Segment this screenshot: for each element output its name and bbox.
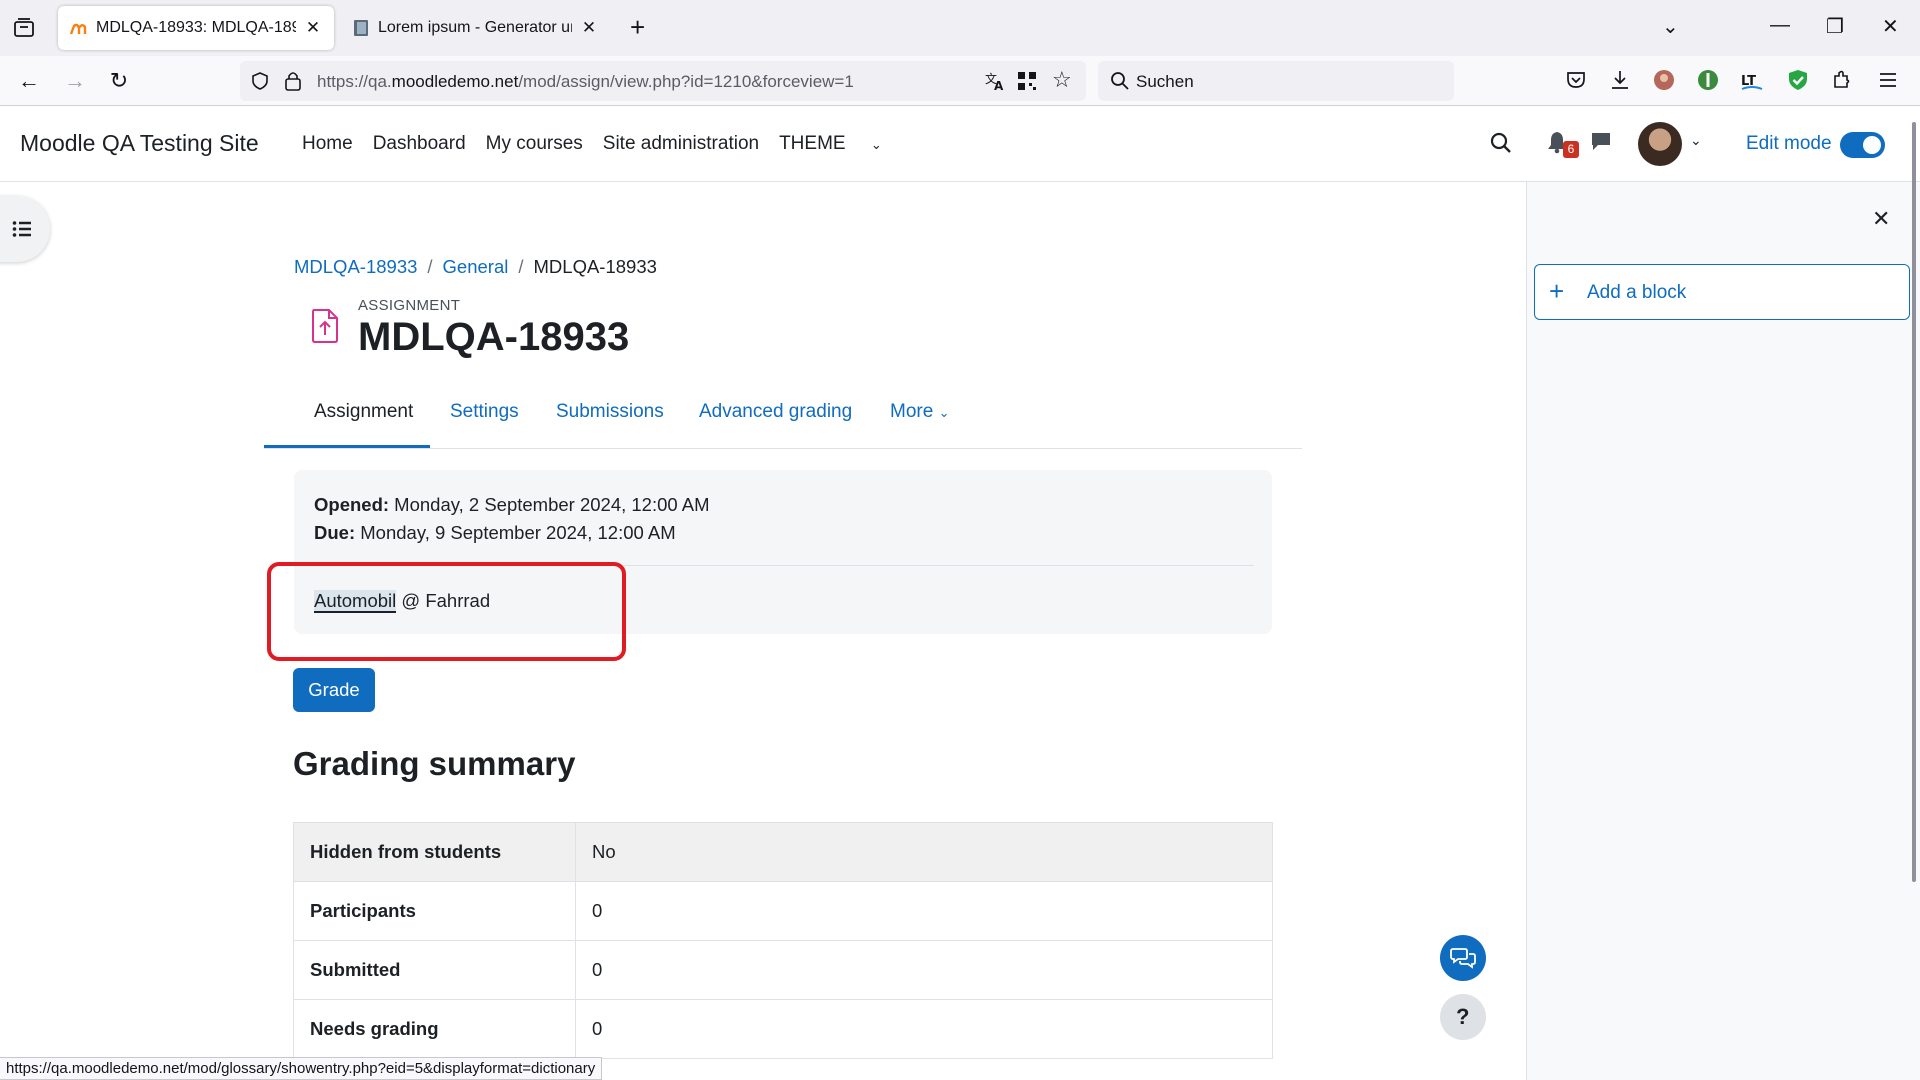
summary-value: 0 (575, 999, 1273, 1059)
search-icon (1111, 72, 1129, 90)
browser-tabbar: MDLQA-18933: MDLQA-18933 ✕ Lorem ipsum -… (0, 0, 1920, 56)
table-row: Participants 0 (293, 881, 1273, 941)
tab-lorem-ipsum[interactable]: Lorem ipsum - Generator und Info ✕ (340, 6, 610, 50)
security-shield-icon[interactable] (1786, 68, 1810, 92)
chat-bubbles-icon (1450, 948, 1476, 969)
search-bar[interactable]: Suchen (1098, 61, 1454, 101)
site-name[interactable]: Moodle QA Testing Site (20, 130, 259, 157)
restore-icon[interactable]: ❐ (1826, 14, 1844, 39)
back-icon[interactable]: ← (16, 68, 42, 94)
table-row: Hidden from students No (293, 822, 1273, 882)
table-row: Needs grading 0 (293, 999, 1273, 1059)
pocket-icon[interactable] (1564, 68, 1588, 92)
close-window-icon[interactable]: ✕ (1882, 14, 1899, 39)
grade-button[interactable]: Grade (293, 668, 375, 712)
minimize-icon[interactable]: — (1770, 14, 1790, 37)
shield-icon[interactable] (250, 71, 270, 91)
breadcrumb-section[interactable]: General (443, 256, 509, 277)
help-button[interactable]: ? (1440, 994, 1486, 1040)
messaging-drawer-button[interactable] (1440, 935, 1486, 981)
question-icon: ? (1456, 1004, 1470, 1029)
module-type-label: ASSIGNMENT (358, 297, 461, 314)
notification-count-badge: 6 (1563, 141, 1579, 158)
add-block-label: Add a block (1587, 282, 1687, 303)
messages-icon[interactable] (1590, 130, 1612, 152)
primary-navigation: Home Dashboard My courses Site administr… (302, 133, 922, 155)
edit-mode-label: Edit mode (1746, 133, 1832, 154)
page-title: MDLQA-18933 (358, 315, 630, 359)
tab-advanced-grading[interactable]: Advanced grading (699, 401, 852, 423)
nav-dashboard[interactable]: Dashboard (373, 133, 466, 155)
url-text: https://qa.moodledemo.net/mod/assign/vie… (317, 72, 854, 91)
bookmark-star-icon[interactable]: ☆ (1052, 67, 1072, 93)
list-icon (12, 221, 31, 237)
breadcrumb-course[interactable]: MDLQA-18933 (294, 256, 417, 277)
summary-label: Hidden from students (293, 822, 576, 882)
tab-submissions[interactable]: Submissions (556, 401, 664, 423)
reload-icon[interactable]: ↻ (106, 68, 132, 94)
table-row: Submitted 0 (293, 940, 1273, 1000)
page-scrollbar[interactable] (1912, 122, 1916, 882)
breadcrumb-current: MDLQA-18933 (533, 256, 657, 277)
new-tab-icon[interactable]: + (630, 14, 645, 40)
tab-list-icon[interactable] (12, 16, 36, 40)
tab-more[interactable]: More ⌄ (890, 401, 949, 423)
qr-code-icon[interactable] (1017, 71, 1037, 91)
highlight-annotation-box (267, 562, 626, 661)
secondary-navigation: Assignment Settings Submissions Advanced… (264, 388, 1302, 449)
summary-label: Participants (293, 881, 576, 941)
due-date: Due: Monday, 9 September 2024, 12:00 AM (314, 522, 676, 543)
chevron-down-icon: ⌄ (938, 405, 950, 420)
tab-title: MDLQA-18933: MDLQA-18933 (96, 19, 296, 36)
close-tab-icon[interactable]: ✕ (580, 18, 598, 38)
edit-mode-toggle[interactable] (1840, 132, 1885, 158)
close-block-drawer-icon[interactable]: ✕ (1872, 206, 1890, 232)
search-placeholder: Suchen (1136, 72, 1194, 91)
tab-mdlqa[interactable]: MDLQA-18933: MDLQA-18933 ✕ (58, 6, 334, 50)
svg-text:A: A (994, 79, 1004, 92)
profile-extension-icon[interactable] (1652, 68, 1676, 92)
moodle-favicon-icon (70, 23, 87, 35)
grading-summary-table: Hidden from students No Participants 0 S… (293, 822, 1273, 1059)
forward-icon[interactable]: → (62, 68, 88, 94)
summary-value: 0 (575, 881, 1273, 941)
grading-summary-heading: Grading summary (293, 745, 576, 782)
add-block-button[interactable]: + Add a block (1534, 264, 1910, 320)
chevron-down-icon: ⌄ (870, 137, 882, 152)
downloads-icon[interactable] (1608, 68, 1632, 92)
opened-date: Opened: Monday, 2 September 2024, 12:00 … (314, 494, 710, 515)
summary-label: Submitted (293, 940, 576, 1000)
tab-assignment[interactable]: Assignment (314, 401, 413, 423)
moodle-header: Moodle QA Testing Site Home Dashboard My… (0, 106, 1920, 182)
menu-hamburger-icon[interactable] (1876, 68, 1900, 92)
tab-title: Lorem ipsum - Generator und Info (378, 19, 572, 36)
nav-site-administration[interactable]: Site administration (603, 133, 759, 155)
breadcrumb: MDLQA-18933/General / MDLQA-18933 (294, 256, 657, 277)
active-tab-indicator (264, 445, 430, 448)
extensions-puzzle-icon[interactable] (1830, 68, 1854, 92)
languagetool-icon[interactable]: LT (1740, 68, 1764, 92)
summary-label: Needs grading (293, 999, 576, 1059)
close-tab-icon[interactable]: ✕ (304, 18, 322, 38)
tab-settings[interactable]: Settings (450, 401, 519, 423)
status-bar-url: https://qa.moodledemo.net/mod/glossary/s… (0, 1057, 603, 1080)
assignment-upload-icon (312, 309, 338, 343)
list-all-tabs-icon[interactable]: ⌄ (1662, 14, 1679, 39)
user-menu-chevron-icon[interactable]: ⌄ (1690, 132, 1702, 149)
lock-icon[interactable] (284, 70, 302, 92)
translate-icon[interactable]: 文 A (984, 70, 1006, 92)
summary-value: 0 (575, 940, 1273, 1000)
search-icon[interactable] (1490, 132, 1512, 154)
nav-my-courses[interactable]: My courses (486, 133, 583, 155)
url-bar[interactable]: https://qa.moodledemo.net/mod/assign/vie… (240, 61, 1086, 101)
browser-navbar: ← → ↻ https://qa.moodledemo.net/mod/assi… (0, 56, 1920, 106)
book-favicon-icon (354, 20, 368, 36)
nav-theme[interactable]: THEME ⌄ (779, 133, 902, 155)
nav-home[interactable]: Home (302, 133, 353, 155)
course-index-toggle[interactable] (0, 196, 50, 262)
green-extension-icon[interactable] (1696, 68, 1720, 92)
user-avatar[interactable] (1638, 122, 1682, 166)
plus-icon: + (1549, 276, 1565, 306)
summary-value: No (575, 822, 1273, 882)
